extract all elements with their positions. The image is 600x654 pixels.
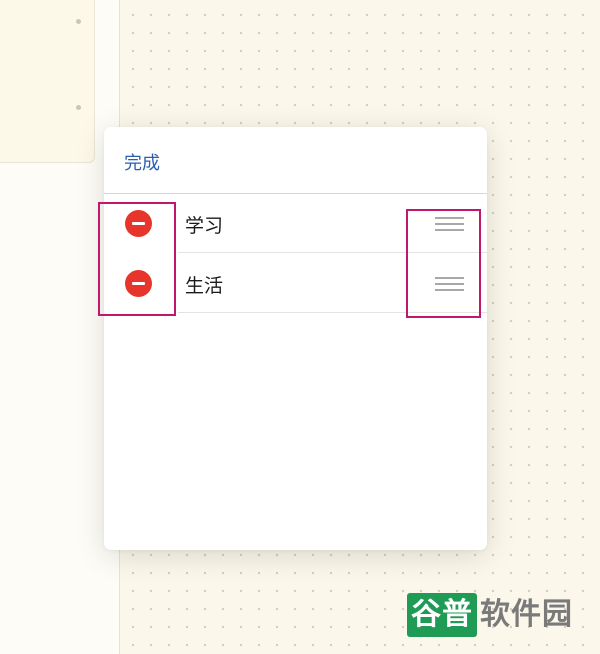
left-card[interactable]	[0, 0, 95, 163]
watermark-rest-text: 软件园	[480, 597, 573, 632]
popup-header: 完成	[104, 127, 487, 194]
dot-icon	[76, 105, 81, 110]
watermark-highlight-text: 谷普	[407, 593, 477, 637]
drag-handles-highlight	[406, 209, 481, 318]
delete-buttons-highlight	[98, 202, 176, 316]
watermark-logo: 谷普 软件园	[407, 591, 587, 639]
edit-list-popup: 完成 学习 生活	[104, 127, 487, 550]
left-pane	[0, 0, 120, 654]
list-item-label: 学习	[185, 215, 224, 237]
list-item-label: 生活	[185, 275, 224, 297]
dot-icon	[76, 19, 81, 24]
done-button[interactable]: 完成	[124, 149, 160, 175]
